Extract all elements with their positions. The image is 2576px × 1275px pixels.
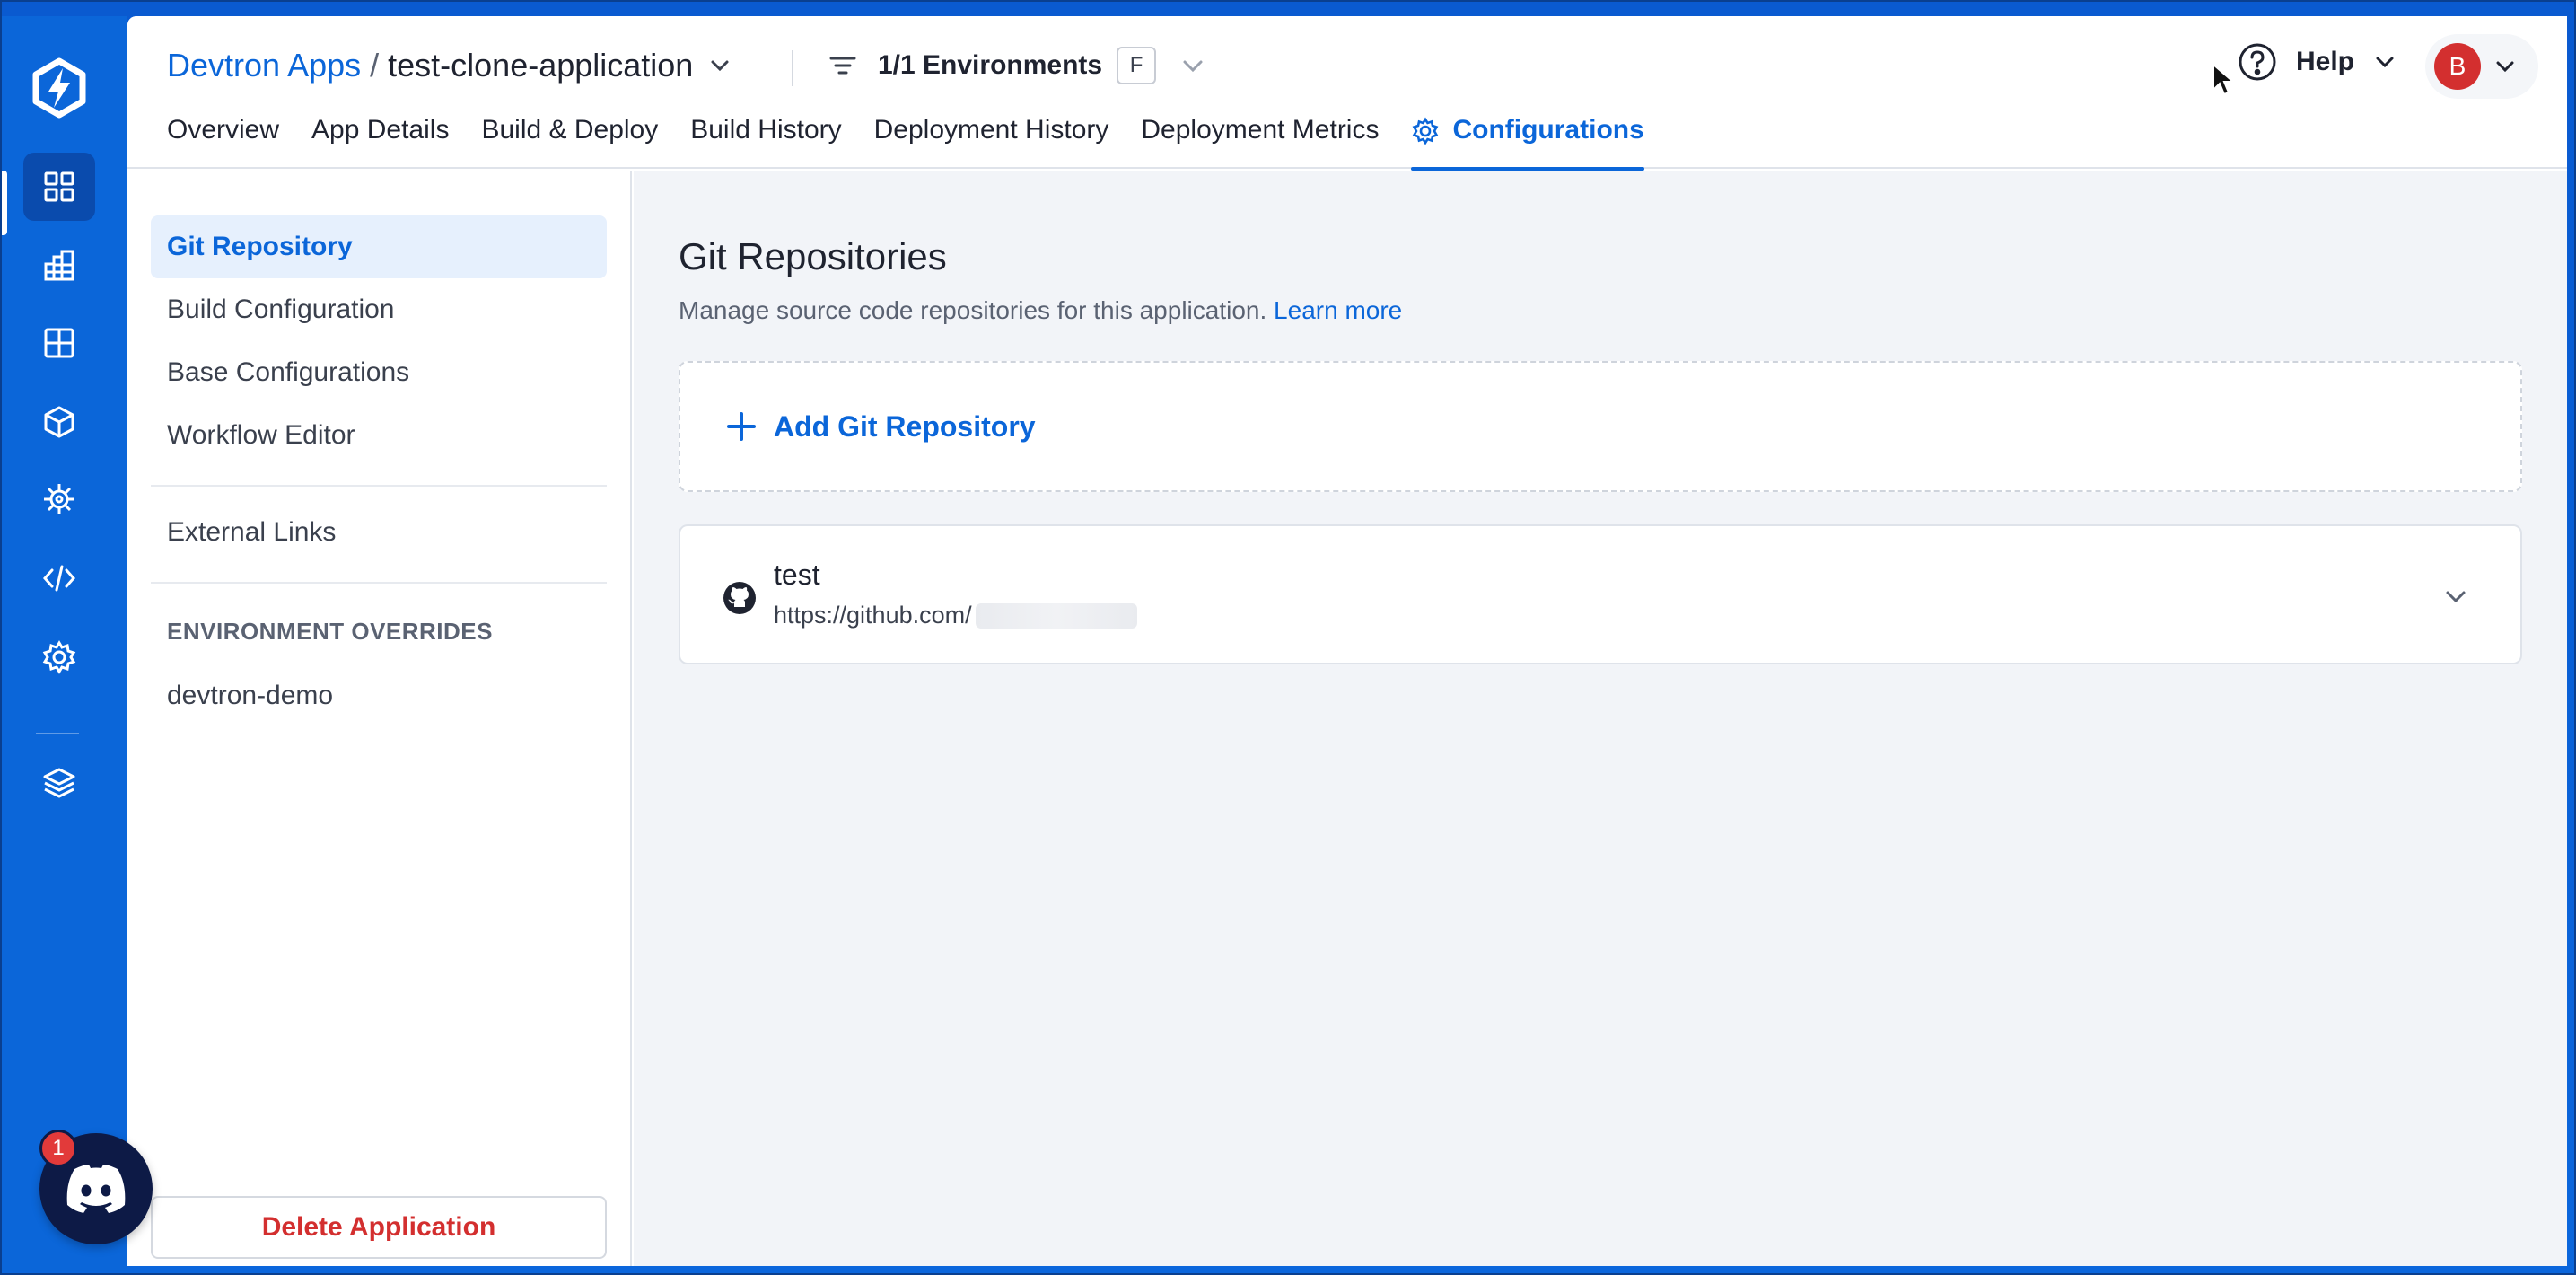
menu-external-links[interactable]: External Links [151, 501, 607, 564]
nav-packages[interactable] [23, 388, 95, 456]
menu-env-devtron-demo[interactable]: devtron-demo [151, 664, 607, 727]
tab-overview[interactable]: Overview [167, 115, 279, 169]
page-title: Git Repositories [679, 235, 947, 277]
question-circle-icon [2239, 43, 2276, 81]
environment-filter[interactable]: 1/1 Environments F [828, 47, 1206, 84]
add-git-repository-label: Add Git Repository [774, 409, 1036, 443]
plus-icon [727, 412, 756, 441]
apps-grid-icon [44, 171, 74, 202]
user-menu[interactable]: B [2425, 34, 2538, 99]
avatar: B [2434, 43, 2481, 90]
tab-deployment-metrics[interactable]: Deployment Metrics [1141, 115, 1379, 169]
env-overrides-heading: ENVIRONMENT OVERRIDES [167, 618, 493, 645]
nav-applications[interactable] [23, 153, 95, 221]
breadcrumb: Devtron Apps / test-clone-application [167, 47, 732, 84]
app-header: Devtron Apps / test-clone-application 1/… [127, 16, 2567, 171]
resource-grid-icon [44, 328, 74, 358]
tab-app-details[interactable]: App Details [311, 115, 449, 169]
menu-base-configurations[interactable]: Base Configurations [151, 341, 607, 404]
delete-application-button[interactable]: Delete Application [151, 1196, 607, 1259]
package-icon [44, 406, 74, 438]
breadcrumb-separator: / [370, 47, 380, 84]
filter-icon [829, 57, 856, 75]
main-container: Devtron Apps / test-clone-application 1/… [127, 16, 2567, 1266]
nav-security[interactable] [23, 465, 95, 533]
description-text: Manage source code repositories for this… [679, 296, 1267, 324]
chevron-down-icon[interactable] [1179, 52, 1206, 79]
nav-code[interactable] [23, 544, 95, 612]
gear-icon [1413, 117, 1439, 145]
settings-icon [42, 640, 76, 674]
code-icon [42, 565, 76, 592]
nav-resource-browser[interactable] [23, 309, 95, 377]
menu-build-configuration[interactable]: Build Configuration [151, 278, 607, 341]
security-icon [44, 484, 74, 514]
discord-icon [66, 1165, 126, 1213]
app-name: test-clone-application [388, 47, 694, 84]
mouse-cursor-icon [2212, 63, 2236, 96]
github-icon [723, 582, 756, 614]
notification-badge: 1 [39, 1130, 77, 1167]
help-label: Help [2296, 47, 2355, 76]
menu-workflow-editor[interactable]: Workflow Editor [151, 404, 607, 467]
repo-name: test [774, 558, 820, 591]
chevron-down-icon[interactable] [707, 53, 732, 78]
nav-active-indicator [2, 171, 7, 235]
tab-build-history[interactable]: Build History [690, 115, 841, 169]
help-menu[interactable]: Help [2237, 41, 2397, 83]
menu-git-repository[interactable]: Git Repository [151, 215, 607, 278]
git-repo-card[interactable]: test https://github.com/ [679, 524, 2522, 664]
chevron-down-icon [2496, 61, 2514, 73]
chart-store-icon [44, 250, 74, 281]
stack-icon [43, 768, 75, 798]
git-repositories-panel: Git Repositories Manage source code repo… [634, 171, 2567, 1266]
app-tabs: Overview App Details Build & Deploy Buil… [167, 115, 1677, 171]
nav-rail [2, 16, 127, 1271]
environment-badge: F [1117, 47, 1157, 84]
breadcrumb-devtron-apps[interactable]: Devtron Apps [167, 47, 361, 84]
devtron-logo-icon[interactable] [27, 56, 92, 120]
menu-divider [151, 582, 607, 584]
repo-url-text: https://github.com/ [774, 602, 972, 629]
learn-more-link[interactable]: Learn more [1274, 296, 1402, 324]
page-description: Manage source code repositories for this… [679, 296, 1402, 325]
menu-divider [151, 485, 607, 487]
tab-deployment-history[interactable]: Deployment History [874, 115, 1109, 169]
environment-filter-label: 1/1 Environments [878, 50, 1103, 80]
tab-configurations-label: Configurations [1452, 115, 1644, 145]
tab-configurations[interactable]: Configurations [1411, 115, 1645, 171]
chevron-down-icon [2376, 57, 2394, 68]
nav-stack-manager[interactable] [23, 749, 95, 817]
nav-chart-store[interactable] [23, 232, 95, 300]
header-divider [792, 50, 793, 86]
chevron-down-icon[interactable] [2441, 582, 2470, 611]
repo-url: https://github.com/ [774, 602, 1137, 629]
redacted-blur [975, 602, 1137, 629]
nav-divider [36, 733, 79, 734]
config-side-menu: Git Repository Build Configuration Base … [127, 171, 632, 1266]
tab-build-deploy[interactable]: Build & Deploy [481, 115, 658, 169]
nav-global-settings[interactable] [23, 623, 95, 691]
add-git-repository-button[interactable]: Add Git Repository [679, 361, 2522, 492]
